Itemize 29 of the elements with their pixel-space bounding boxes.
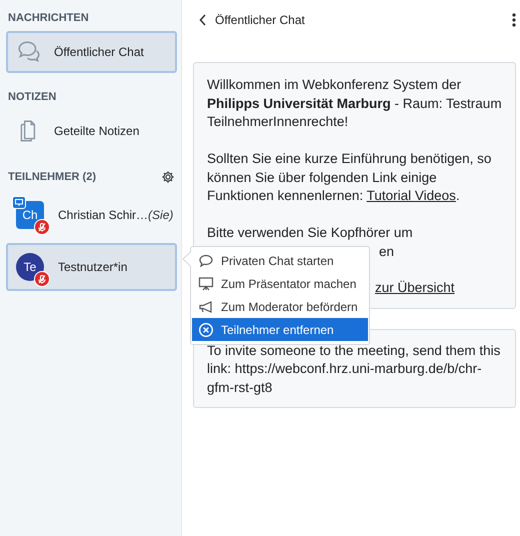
chat-item[interactable]: Öffentlicher Chat bbox=[6, 31, 177, 73]
message-text: en bbox=[379, 244, 394, 258]
participant-row[interactable]: Ch Christian Schir…(Sie) bbox=[6, 191, 177, 239]
chat-title: Öffentlicher Chat bbox=[215, 13, 306, 27]
self-label: (Sie) bbox=[148, 208, 174, 222]
menu-item[interactable]: Zum Moderator befördern bbox=[192, 295, 368, 318]
menu-item[interactable]: Zum Präsentator machen bbox=[192, 272, 368, 295]
settings-icon[interactable] bbox=[161, 170, 175, 184]
message-text: Sollten Sie eine kurze Einführung benötigen, so können Sie über folgenden Link einige Funktionen kennenlernen: Tutorial Videos. bbox=[207, 150, 492, 205]
section-heading: TEILNEHMER (2) bbox=[8, 171, 96, 183]
speech-bubble-icon bbox=[198, 252, 214, 268]
menu-item[interactable]: Privaten Chat starten bbox=[192, 249, 368, 272]
message-text: Bitte verwenden Sie Kopfhörer um bbox=[207, 224, 414, 242]
easel-icon bbox=[198, 276, 214, 292]
menu-item[interactable]: Teilnehmer entfernen bbox=[192, 318, 368, 341]
remove-icon bbox=[198, 322, 214, 338]
megaphone-icon bbox=[198, 298, 214, 314]
overview-link[interactable]: zur Übersicht bbox=[375, 280, 455, 295]
more-options-icon[interactable] bbox=[512, 13, 516, 27]
message-text: Willkommen im Webkonferenz System der Philipps Universität Marburg - Raum: Testraum TeilnehmerInnenrechte! bbox=[207, 76, 503, 131]
participant-name: Christian Schir… bbox=[58, 208, 148, 222]
back-icon[interactable] bbox=[199, 14, 207, 26]
tutorial-link[interactable]: Tutorial Videos bbox=[366, 188, 456, 203]
participant-row[interactable]: Te Testnutzer*in bbox=[6, 243, 177, 291]
participant-name: Testnutzer*in bbox=[58, 260, 128, 274]
message-text: To invite someone to the meeting, send them this link: https://webconf.hrz.uni-marburg.de/b/chr-gfm-rst-gt8 bbox=[207, 342, 502, 397]
section-heading: NACHRICHTEN bbox=[8, 12, 89, 24]
notes-item[interactable]: Geteilte Notizen bbox=[6, 110, 177, 152]
section-heading: NOTIZEN bbox=[8, 91, 56, 103]
